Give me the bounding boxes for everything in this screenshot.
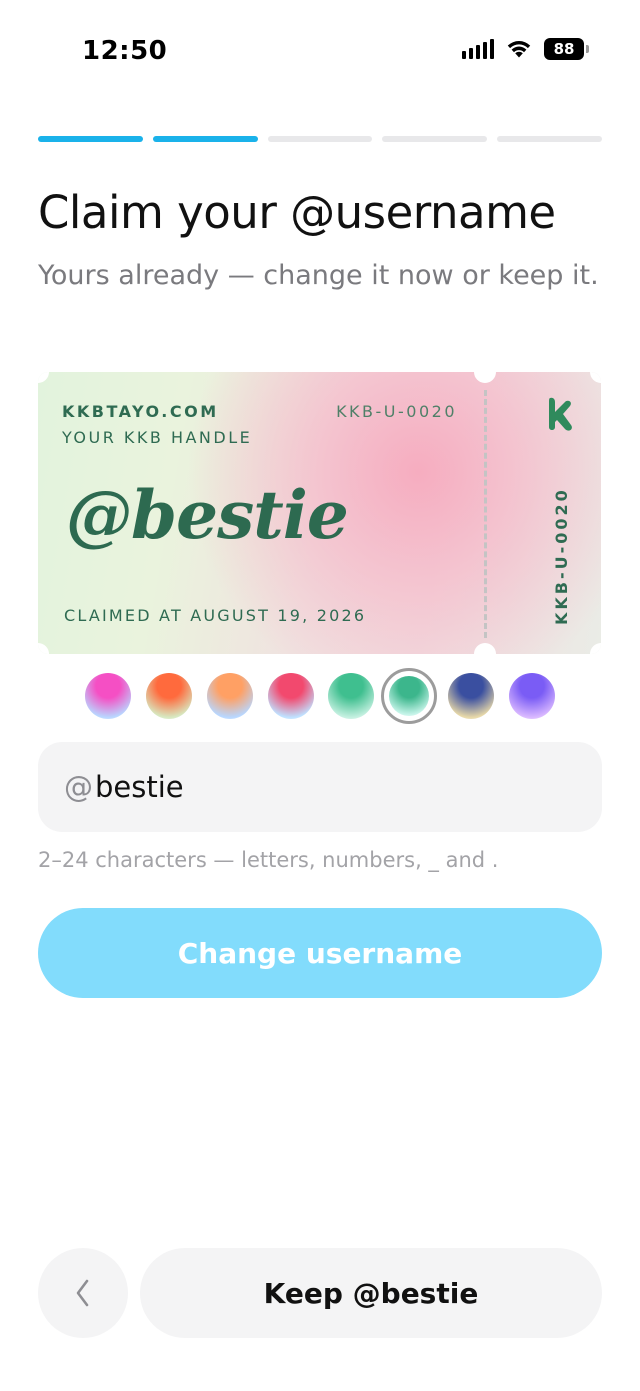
ticket-corner-notch xyxy=(38,372,49,383)
progress-step xyxy=(267,136,373,142)
theme-swatch-rose-blue[interactable] xyxy=(268,673,314,719)
ticket-corner-notch xyxy=(590,372,601,383)
theme-swatch-pink-blue[interactable] xyxy=(85,673,131,719)
change-username-button[interactable]: Change username xyxy=(38,908,602,998)
theme-swatch-orange-cream[interactable] xyxy=(146,673,192,719)
theme-swatch-violet[interactable] xyxy=(509,673,555,719)
progress-step xyxy=(152,136,258,142)
ticket-vertical-code: KKB-U-0020 xyxy=(552,487,571,625)
username-prefix: @ xyxy=(64,770,93,804)
ticket-corner-notch xyxy=(590,643,601,654)
status-icons: 88 xyxy=(462,38,589,60)
ticket-site: KKBTAYO.COM xyxy=(62,402,219,421)
ticket-notch-top xyxy=(474,372,496,383)
onboarding-progress xyxy=(38,136,602,142)
ticket-notch-bottom xyxy=(474,643,496,654)
ticket-username: @bestie xyxy=(66,476,349,554)
ticket-code: KKB-U-0020 xyxy=(336,402,457,421)
theme-swatch-seafoam-selected[interactable] xyxy=(381,668,437,724)
progress-step xyxy=(38,136,143,142)
progress-step xyxy=(497,136,602,142)
status-bar: 12:50 88 xyxy=(0,0,640,100)
progress-step xyxy=(382,136,488,142)
battery-icon: 88 xyxy=(544,38,589,60)
page-title: Claim your @username xyxy=(38,186,556,239)
theme-swatch-mint-green[interactable] xyxy=(328,673,374,719)
kkb-logo-icon xyxy=(549,397,572,431)
ticket-claimed-date: CLAIMED AT AUGUST 19, 2026 xyxy=(64,606,367,625)
theme-swatch-navy-sand[interactable] xyxy=(448,673,494,719)
keep-username-button[interactable]: Keep @bestie xyxy=(140,1248,602,1338)
status-time: 12:50 xyxy=(82,36,168,66)
theme-swatch-peach-blue[interactable] xyxy=(207,673,253,719)
chevron-left-icon xyxy=(76,1279,89,1307)
cellular-signal-icon xyxy=(462,39,494,59)
ticket-handle-label: YOUR KKB HANDLE xyxy=(62,428,253,447)
wifi-icon xyxy=(507,41,531,58)
ticket-perforation xyxy=(484,390,487,638)
username-ticket-card: KKBTAYO.COM YOUR KKB HANDLE KKB-U-0020 @… xyxy=(38,372,601,654)
page-subtitle: Yours already — change it now or keep it… xyxy=(38,260,599,291)
theme-swatches xyxy=(0,668,640,724)
username-hint: 2–24 characters — letters, numbers, _ an… xyxy=(38,848,499,872)
username-field[interactable]: @ xyxy=(38,742,602,832)
back-button[interactable] xyxy=(38,1248,128,1338)
ticket-corner-notch xyxy=(38,643,49,654)
username-input[interactable] xyxy=(95,770,495,804)
